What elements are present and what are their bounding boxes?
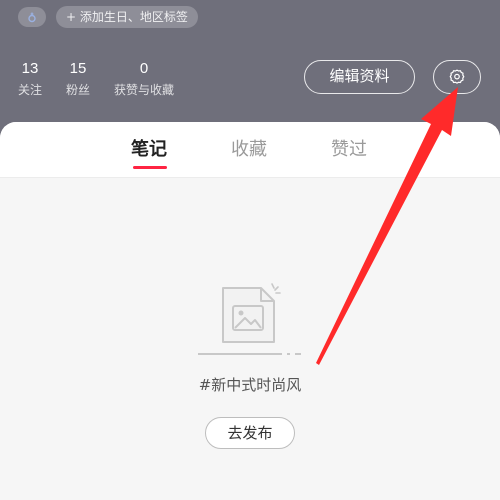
tab-bar: 笔记 收藏 赞过 [0, 122, 500, 178]
active-tab-indicator [133, 166, 167, 169]
publish-button[interactable]: 去发布 [205, 417, 295, 449]
edit-profile-button[interactable]: 编辑资料 [304, 60, 415, 94]
stat-followers[interactable]: 15 粉丝 [66, 60, 90, 99]
stat-following[interactable]: 13 关注 [18, 60, 42, 99]
gender-badge[interactable] [18, 7, 46, 27]
tab-liked[interactable]: 赞过 [331, 138, 367, 162]
add-birthday-region-tag-button[interactable]: + 添加生日、地区标签 [56, 6, 198, 28]
gender-icon [28, 12, 36, 23]
followers-label: 粉丝 [66, 83, 91, 97]
followers-count: 15 [69, 60, 87, 77]
following-label: 关注 [18, 83, 43, 97]
gear-icon [449, 69, 465, 84]
tab-notes[interactable]: 笔记 [131, 138, 167, 162]
likes-collections-count: 0 [139, 60, 149, 77]
tab-collections[interactable]: 收藏 [231, 138, 267, 162]
empty-state-hashtag[interactable]: #新中式时尚风 [0, 374, 500, 396]
likes-collections-label: 获赞与收藏 [114, 83, 175, 97]
stat-likes-collections[interactable]: 0 获赞与收藏 [114, 60, 174, 99]
document-image-icon [198, 283, 301, 355]
following-count: 13 [21, 60, 39, 77]
settings-button[interactable] [433, 60, 481, 94]
tab-divider [0, 177, 500, 178]
